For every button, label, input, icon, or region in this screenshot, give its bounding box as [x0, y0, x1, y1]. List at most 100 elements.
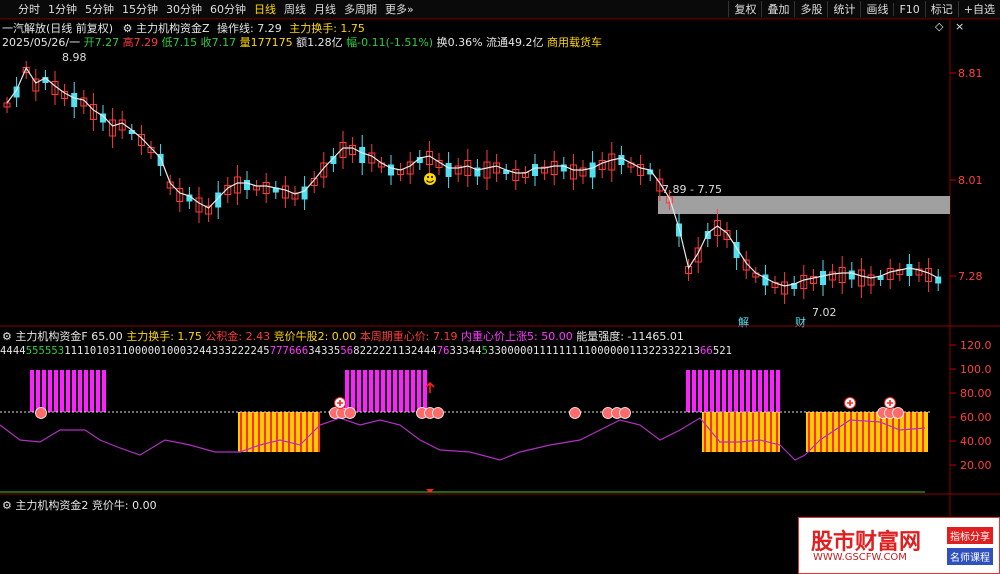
panel2-strength: 能量强度: -11465.01 [576, 330, 684, 343]
magenta-bar [351, 370, 355, 412]
candle-body [618, 155, 625, 165]
magenta-bar [381, 370, 385, 412]
site-logo: 股市财富网 WWW.GSCFW.COM 指标分享 名师课程 [798, 517, 1000, 574]
oscillator-line [0, 417, 926, 461]
red-stripe [722, 412, 724, 452]
seq-part: 34335 [308, 345, 341, 357]
magenta-bar [60, 370, 64, 412]
magenta-bar [399, 370, 403, 412]
red-stripe [264, 412, 266, 452]
panel2-fair: 公积金: 2.43 [205, 330, 271, 343]
magenta-bar [716, 370, 720, 412]
red-stripe [752, 412, 754, 452]
candle-body [445, 163, 452, 177]
magenta-bar [357, 370, 361, 412]
magenta-bar [417, 370, 421, 412]
seq-part: 8222221132444 [353, 345, 437, 357]
osc-axis-label: 60.00 [960, 411, 992, 424]
magenta-bar [698, 370, 702, 412]
seq-part: 11110103110000010003244333222245 [64, 345, 270, 357]
magenta-bar [734, 370, 738, 412]
red-stripe [704, 412, 706, 452]
magenta-bar [96, 370, 100, 412]
magenta-bar [686, 370, 690, 412]
up-arrow-icon [425, 381, 435, 393]
red-stripe [868, 412, 870, 452]
candle-body [906, 264, 913, 276]
magenta-bar [387, 370, 391, 412]
seq-part: 777666 [269, 345, 309, 357]
panel3-name[interactable]: 主力机构资金2 [15, 499, 88, 512]
magenta-bar [405, 370, 409, 412]
smiley-icon [424, 173, 436, 185]
red-stripe [246, 412, 248, 452]
magenta-bar [30, 370, 34, 412]
magenta-bar [42, 370, 46, 412]
panel2-settings-icon[interactable]: ⚙ [2, 330, 12, 343]
magenta-bar [728, 370, 732, 412]
magenta-bar [746, 370, 750, 412]
magenta-bar [770, 370, 774, 412]
red-stripe [850, 412, 852, 452]
red-stripe [764, 412, 766, 452]
red-stripe [916, 412, 918, 452]
pressure-zone [658, 196, 950, 214]
logo-tag-course: 名师课程 [947, 548, 993, 565]
candle-body [359, 147, 366, 163]
magenta-bar [393, 370, 397, 412]
signal-ball [344, 407, 356, 419]
panel2-header: ⚙ 主力机构资金F 65.00 主力换手: 1.75 公积金: 2.43 竞价牛… [2, 328, 684, 344]
magenta-bar [72, 370, 76, 412]
red-stripe [728, 412, 730, 452]
seq-part: 521 [712, 345, 733, 357]
signal-ball [619, 407, 631, 419]
osc-axis-label: 20.00 [960, 459, 992, 472]
smiley-eye [427, 176, 429, 178]
magenta-bar [423, 370, 427, 412]
magenta-bar [752, 370, 756, 412]
panel2-bull: 竞价牛股2: 0.00 [273, 330, 357, 343]
red-stripe [922, 412, 924, 452]
seq-part: 555553 [25, 345, 65, 357]
candle-body [532, 164, 538, 176]
magenta-bar [710, 370, 714, 412]
candle-body [589, 162, 596, 178]
signal-ball [569, 407, 581, 419]
candle-body [820, 271, 826, 285]
magenta-bar [758, 370, 762, 412]
candle-body [71, 93, 78, 107]
red-stripe [734, 412, 736, 452]
panel2-name[interactable]: 主力机构资金F [15, 330, 87, 343]
red-stripe [746, 412, 748, 452]
magenta-bar [102, 370, 106, 412]
red-stripe [318, 412, 320, 452]
magenta-bar [363, 370, 367, 412]
candle-body [762, 274, 769, 286]
ma-line [6, 66, 939, 287]
osc-axis-label: 40.00 [960, 435, 992, 448]
red-stripe [288, 412, 290, 452]
magenta-bar [78, 370, 82, 412]
magenta-bar [411, 370, 415, 412]
osc-axis-label: 80.00 [960, 387, 992, 400]
panel3-settings-icon[interactable]: ⚙ [2, 499, 12, 512]
signal-ball [35, 407, 47, 419]
red-stripe [776, 412, 778, 452]
red-stripe [306, 412, 308, 452]
candle-body [388, 164, 394, 176]
magenta-bar [692, 370, 696, 412]
seq-part: 4444 [0, 345, 26, 357]
seq-part: 33344 [449, 345, 482, 357]
magenta-bar [369, 370, 373, 412]
red-stripe [716, 412, 718, 452]
panel2-up: 内重心价上涨5: 50.00 [461, 330, 573, 343]
red-stripe [910, 412, 912, 452]
red-stripe [758, 412, 760, 452]
seq-part: 56 [340, 345, 354, 357]
red-stripe [844, 412, 846, 452]
magenta-bar [84, 370, 88, 412]
candle-body [244, 180, 250, 190]
yellow-block [806, 412, 928, 452]
logo-tag-share: 指标分享 [947, 527, 993, 544]
magenta-bar [375, 370, 379, 412]
